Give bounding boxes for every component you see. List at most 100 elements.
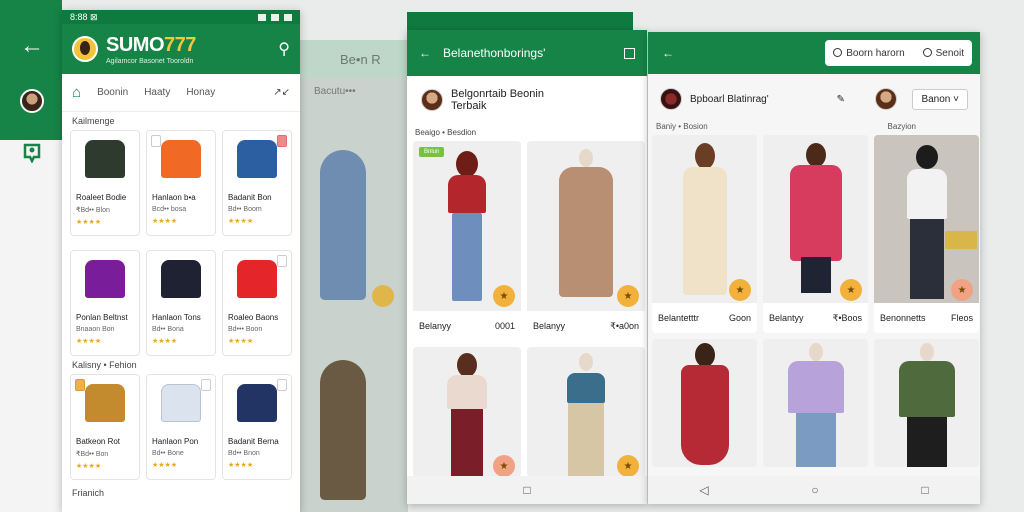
product-card[interactable]: Badanit Berna Bd•• Bnon ★★★★ bbox=[222, 374, 292, 480]
product-sub: Bd•• Boom bbox=[228, 206, 262, 213]
product-price: Goon bbox=[728, 313, 751, 323]
product-grid-mid: Ponlan Beltnst Bnaaon Bon ★★★★ Hanlaon T… bbox=[62, 250, 300, 356]
cart-fab-icon[interactable]: ★ bbox=[493, 285, 515, 307]
product-card[interactable]: ★ Belantyy ₹•Boos bbox=[763, 135, 868, 333]
product-price: 0001 bbox=[494, 321, 515, 331]
store-subtitle: Terbaik bbox=[451, 100, 487, 112]
home-icon[interactable]: ⌂ bbox=[72, 84, 81, 101]
cart-fab-icon[interactable]: ★ bbox=[617, 455, 639, 477]
product-name: Belanyy bbox=[419, 321, 452, 331]
product-card[interactable] bbox=[874, 339, 979, 467]
product-grid-bottom: Batkeon Rot ₹Bd•• Bon ★★★★ Hanlaon Pon B… bbox=[62, 374, 300, 480]
tab-2[interactable]: Haaty bbox=[144, 87, 170, 98]
store-avatar[interactable] bbox=[660, 88, 682, 110]
product-card[interactable]: ★ Benonnetts Fleos bbox=[874, 135, 979, 333]
system-nav-bar: ◁ ○ □ bbox=[648, 476, 980, 504]
search-icon[interactable]: ⚲ bbox=[278, 39, 290, 59]
product-photo: ★ bbox=[527, 347, 645, 477]
product-card[interactable]: Roaleo Baons Bd••• Boon ★★★★ bbox=[222, 250, 292, 356]
product-sub: Bd•• Bona bbox=[152, 326, 184, 333]
search-field[interactable]: Boorn harorn bbox=[833, 47, 905, 59]
phone-product-screen: ← Belanethonborings' Belgonrtaib Beonin … bbox=[407, 30, 647, 504]
bookmark-icon[interactable] bbox=[277, 379, 287, 391]
bg-mannequin-jeans bbox=[320, 150, 366, 300]
product-card[interactable]: Batkeon Rot ₹Bd•• Bon ★★★★ bbox=[70, 374, 140, 480]
product-price: ₹•a0on bbox=[610, 320, 639, 331]
status-icons bbox=[258, 13, 292, 21]
rating-stars: ★★★★ bbox=[76, 219, 102, 226]
product-card[interactable] bbox=[652, 339, 757, 467]
section-label: Frianich bbox=[72, 488, 105, 498]
square-icon[interactable] bbox=[624, 47, 635, 59]
nav-back-button[interactable]: ◁ bbox=[699, 483, 708, 497]
product-card[interactable]: Roaleet Bodie ₹Bd•• Blon ★★★★ bbox=[70, 130, 140, 236]
back-arrow-icon[interactable]: ← bbox=[662, 46, 674, 60]
product-card[interactable] bbox=[763, 339, 868, 467]
section-label: Kailmenge bbox=[72, 116, 115, 126]
product-sub: Bd•• Bnon bbox=[228, 450, 260, 457]
cart-fab-icon[interactable]: ★ bbox=[951, 279, 973, 301]
cart-fab-icon[interactable]: ★ bbox=[840, 279, 862, 301]
product-price: Fleos bbox=[950, 313, 973, 323]
brand-block: SUMO777 Agilamcor Basonet Tooroldn bbox=[106, 34, 196, 65]
bg-fab bbox=[372, 285, 394, 307]
cart-fab-icon[interactable]: ★ bbox=[729, 279, 751, 301]
status-bar bbox=[407, 12, 633, 30]
rating-stars: ★★★★ bbox=[228, 218, 254, 225]
rating-stars: ★★★★ bbox=[152, 462, 178, 469]
blazer-image bbox=[237, 384, 277, 422]
app-header: ← Belanethonborings' bbox=[407, 30, 647, 76]
bookmark-icon[interactable] bbox=[151, 135, 161, 147]
cart-fab-icon[interactable]: ★ bbox=[617, 285, 639, 307]
back-arrow-icon[interactable]: ← bbox=[20, 34, 44, 58]
store-profile[interactable]: Belgonrtaib Beonin Terbaik bbox=[407, 76, 647, 120]
store-name: Bpboarl Blatinrag' bbox=[690, 93, 769, 105]
background-title: Be•n R bbox=[300, 40, 408, 78]
product-card[interactable]: Badanit Bon Bd•• Boom ★★★★ bbox=[222, 130, 292, 236]
product-card[interactable]: Hanlaon Pon Bd•• Bone ★★★★ bbox=[146, 374, 216, 480]
map-pin-icon[interactable] bbox=[23, 143, 41, 163]
product-card[interactable]: Hanlaon b•a Bcd•• bosa ★★★★ bbox=[146, 130, 216, 236]
system-nav-bar: □ bbox=[407, 476, 647, 504]
avatar[interactable] bbox=[20, 89, 44, 113]
product-card[interactable]: ★ Belanyy ₹•a0on bbox=[527, 141, 645, 341]
search-icon bbox=[922, 47, 932, 57]
product-card[interactable]: Ponlan Beltnst Bnaaon Bon ★★★★ bbox=[70, 250, 140, 356]
sort-dropdown[interactable]: Banon ˅ bbox=[912, 88, 968, 110]
product-sub: Bd••• Boon bbox=[228, 326, 263, 333]
brand-tagline: Agilamcor Basonet Tooroldn bbox=[106, 57, 194, 65]
product-card[interactable]: Hanlaon Tons Bd•• Bona ★★★★ bbox=[146, 250, 216, 356]
recent-apps-button[interactable]: □ bbox=[523, 483, 530, 497]
product-photo bbox=[652, 339, 757, 467]
back-arrow-icon[interactable]: ← bbox=[419, 46, 431, 60]
search-bar[interactable]: Boorn harorn Senoit bbox=[825, 40, 972, 66]
bookmark-icon[interactable] bbox=[201, 379, 211, 391]
product-name: Badanit Berna bbox=[228, 437, 279, 446]
nav-recent-button[interactable]: □ bbox=[921, 483, 928, 497]
product-card[interactable]: ★ bbox=[527, 347, 645, 477]
bag-image bbox=[945, 231, 977, 249]
background-screen: Be•n R Bacutu••• bbox=[300, 40, 408, 512]
jacket-image bbox=[237, 140, 277, 178]
tab-3[interactable]: Honay bbox=[186, 87, 215, 98]
bookmark-icon[interactable] bbox=[277, 135, 287, 147]
product-name: Belanyy bbox=[533, 321, 566, 331]
tshirt-image bbox=[85, 260, 125, 298]
product-name: Belantyy bbox=[769, 313, 804, 323]
bookmark-icon[interactable] bbox=[75, 379, 85, 391]
search-filter[interactable]: Senoit bbox=[922, 47, 964, 59]
product-name: Benonnetts bbox=[880, 313, 926, 323]
user-avatar[interactable] bbox=[875, 88, 898, 110]
product-sub: ₹Bd•• Bon bbox=[76, 451, 109, 458]
edit-icon[interactable]: ✎ bbox=[837, 94, 845, 105]
product-card[interactable]: ★ bbox=[413, 347, 521, 477]
expand-icon[interactable]: ↗↙ bbox=[273, 87, 290, 98]
product-name: Hanlaon Pon bbox=[152, 437, 199, 446]
product-name: Roaleo Baons bbox=[228, 313, 279, 322]
product-card[interactable]: ★ Belantetttr Goon bbox=[652, 135, 757, 333]
product-card[interactable]: Bnlun ★ Belanyy 0001 bbox=[413, 141, 521, 341]
nav-home-button[interactable]: ○ bbox=[811, 483, 818, 497]
cart-fab-icon[interactable]: ★ bbox=[493, 455, 515, 477]
bookmark-icon[interactable] bbox=[277, 255, 287, 267]
tab-1[interactable]: Boonin bbox=[97, 87, 128, 98]
